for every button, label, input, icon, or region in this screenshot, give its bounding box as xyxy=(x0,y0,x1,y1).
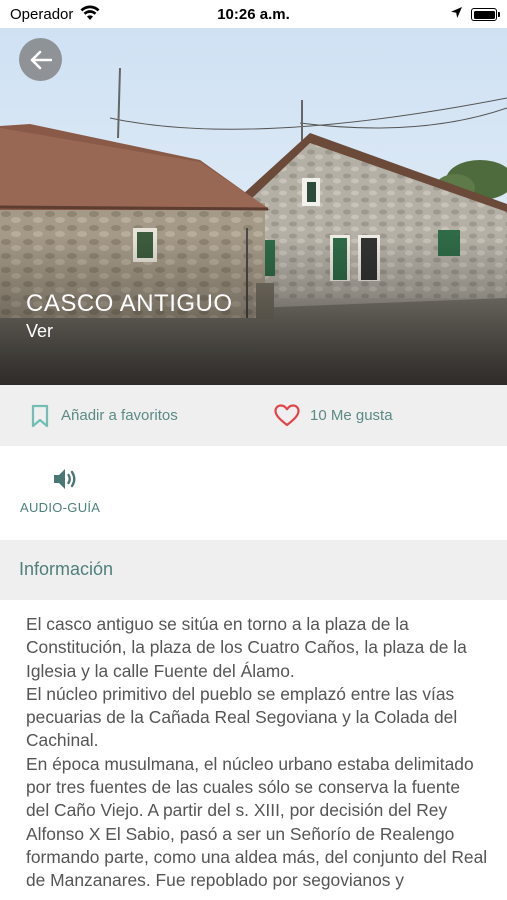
add-favorite-button[interactable]: Añadir a favoritos xyxy=(29,385,178,446)
place-title: CASCO ANTIGUO xyxy=(26,290,233,317)
speaker-icon xyxy=(54,469,76,489)
arrow-left-icon xyxy=(30,50,52,69)
hero-image: CASCO ANTIGUO Ver xyxy=(0,28,507,385)
info-section-header: Información xyxy=(0,540,507,600)
location-arrow-icon xyxy=(450,6,463,24)
actions-bar: Añadir a favoritos 10 Me gusta xyxy=(0,385,507,446)
like-count-label: 10 Me gusta xyxy=(310,407,393,424)
info-title: Información xyxy=(19,559,114,579)
view-link[interactable]: Ver xyxy=(26,321,53,342)
info-paragraph: El casco antiguo se sitúa en torno a la … xyxy=(26,614,488,891)
bookmark-icon xyxy=(31,404,49,427)
audio-guide-label: AUDIO-GUÍA xyxy=(20,500,101,515)
like-button[interactable]: 10 Me gusta xyxy=(274,385,393,446)
info-description: El casco antiguo se sitúa en torno a la … xyxy=(26,613,488,893)
audio-section: AUDIO-GUÍA xyxy=(0,446,507,540)
audio-guide-button[interactable]: AUDIO-GUÍA xyxy=(20,466,112,515)
battery-icon xyxy=(471,8,500,21)
status-bar: Operador 10:26 a.m. xyxy=(0,0,507,28)
info-body: El casco antiguo se sitúa en torno a la … xyxy=(0,600,507,900)
heart-icon xyxy=(274,404,300,427)
add-favorite-label: Añadir a favoritos xyxy=(61,407,178,424)
back-button[interactable] xyxy=(19,38,62,81)
clock: 10:26 a.m. xyxy=(217,6,290,23)
